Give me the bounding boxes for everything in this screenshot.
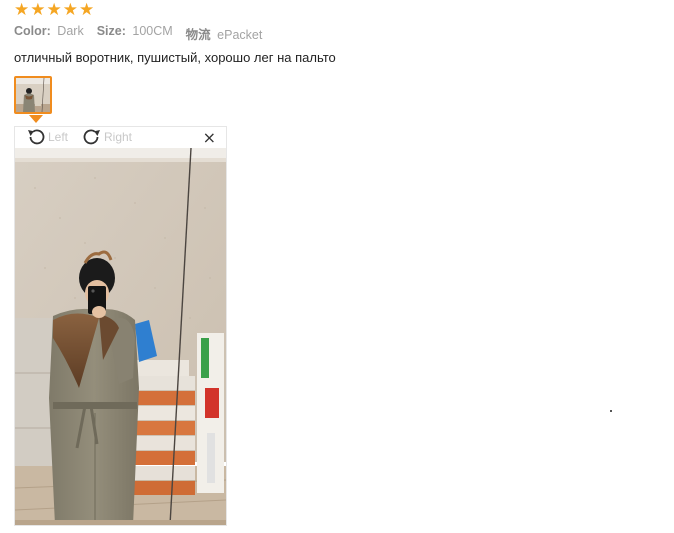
review-page: ★ ★ ★ ★ ★ Color: Dark Size: 100CM 物流 ePa… <box>0 0 674 533</box>
color-info: Color: Dark <box>14 24 84 43</box>
thumbnail-pointer <box>29 115 43 123</box>
size-value: 100CM <box>132 24 173 38</box>
rotate-left-button[interactable]: Left <box>25 127 68 147</box>
star-icon: ★ <box>79 0 95 20</box>
star-icon: ★ <box>30 0 46 20</box>
review-photo-image <box>15 148 226 525</box>
review-photo-thumbnail[interactable] <box>14 76 52 114</box>
shipping-info: 物流 ePacket <box>186 24 263 43</box>
order-info: Color: Dark Size: 100CM 物流 ePacket <box>14 24 275 43</box>
color-label: Color: <box>14 24 51 38</box>
star-icon: ★ <box>14 0 30 20</box>
viewer-toolbar: Left Right × <box>15 127 226 148</box>
size-label: Size: <box>96 24 126 38</box>
review-text: отличный воротник, пушистый, хорошо лег … <box>14 50 336 65</box>
color-value: Dark <box>57 24 84 38</box>
rotate-left-label: Left <box>48 130 69 144</box>
star-icon: ★ <box>62 0 78 20</box>
size-info: Size: 100CM <box>97 24 173 43</box>
close-icon[interactable]: × <box>203 130 216 146</box>
stray-dot <box>610 410 612 412</box>
rating-stars: ★ ★ ★ ★ ★ <box>14 2 94 19</box>
rotate-right-icon <box>83 129 100 145</box>
rotate-left-icon <box>28 129 45 145</box>
shipping-value: ePacket <box>217 28 263 42</box>
review-photo <box>15 148 226 525</box>
thumbnail-image <box>16 78 50 112</box>
rotate-right-label: Right <box>104 130 133 144</box>
photo-viewer: Left Right × <box>14 126 227 526</box>
rotate-right-button[interactable]: Right <box>81 127 132 147</box>
star-icon: ★ <box>46 0 62 20</box>
shipping-label: 物流 <box>185 28 211 42</box>
